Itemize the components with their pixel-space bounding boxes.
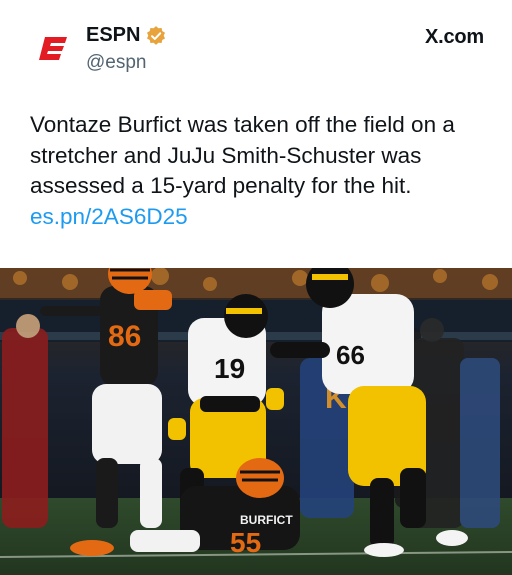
- jersey-number-66: 66: [336, 340, 365, 370]
- jersey-number-55: 55: [230, 527, 261, 558]
- espn-logo-icon[interactable]: [22, 22, 86, 74]
- tweet-link[interactable]: es.pn/2AS6D25: [30, 204, 188, 229]
- tweet-body: Vontaze Burfict was taken off the field …: [30, 112, 455, 198]
- tweet-text: Vontaze Burfict was taken off the field …: [30, 110, 490, 232]
- author-handle[interactable]: @espn: [86, 52, 147, 74]
- tweet-photo[interactable]: K 86 19 66 BURFICT 55: [0, 268, 512, 575]
- verified-badge-icon: [147, 25, 166, 45]
- espn-logo-mark: [39, 37, 67, 60]
- source-label: X.com: [424, 26, 484, 48]
- author-display-name[interactable]: ESPN: [86, 24, 140, 47]
- jersey-number-86: 86: [108, 320, 141, 353]
- jersey-number-19: 19: [214, 353, 245, 384]
- tweet-header: ESPN @espn X.com: [0, 0, 512, 100]
- author-name-row: ESPN: [86, 24, 166, 47]
- football-scene-image: K 86 19 66 BURFICT 55: [0, 268, 512, 575]
- jersey-name-burfict: BURFICT: [240, 513, 293, 527]
